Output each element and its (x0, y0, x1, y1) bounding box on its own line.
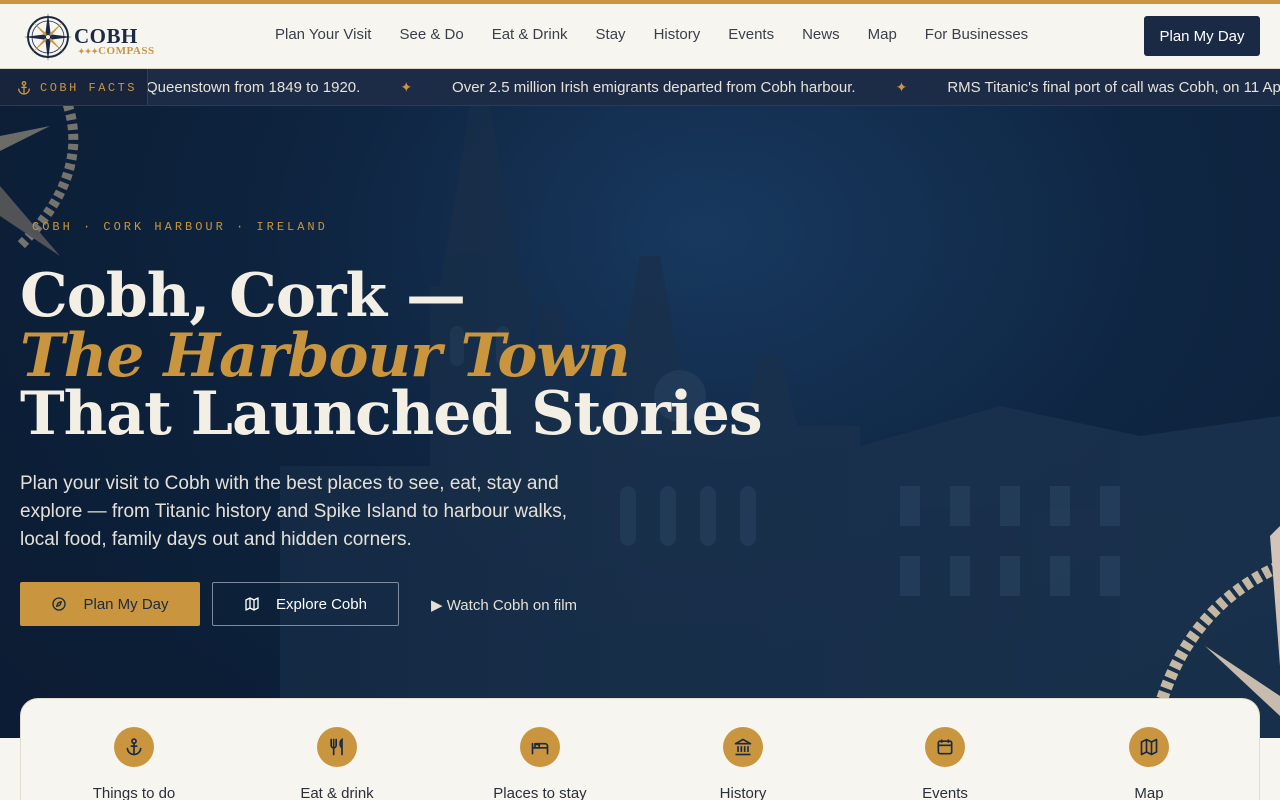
nav-for-businesses[interactable]: For Businesses (925, 26, 1028, 43)
hero-section: COBH · CORK HARBOUR · IRELAND Cobh, Cork… (0, 106, 1280, 738)
star-icon: ✦ (400, 79, 413, 95)
quick-link-label: Places to stay (493, 785, 587, 800)
ticker-label: COBH FACTS (0, 69, 148, 105)
main-nav: Plan Your Visit See & Do Eat & Drink Sta… (275, 26, 1028, 43)
quick-link-map[interactable]: Map (1069, 727, 1229, 800)
quick-links-panel: Things to do Eat & drink Places to stay (20, 698, 1260, 800)
compass-logo-icon (24, 13, 72, 61)
explore-cobh-label: Explore Cobh (276, 595, 367, 613)
quick-link-label: Eat & drink (300, 785, 374, 800)
map-icon (245, 597, 259, 611)
hero-title-line-1: Cobh, Cork — (20, 261, 466, 331)
plan-my-day-button[interactable]: Plan My Day (20, 582, 200, 626)
calendar-icon (925, 727, 965, 767)
landmark-icon (723, 727, 763, 767)
ticker-fact: Queenstown from 1849 to 1920. (146, 79, 361, 96)
star-icon: ✦ (895, 79, 908, 95)
bed-icon (520, 727, 560, 767)
logo-subtitle-text: COMPASS (98, 45, 155, 57)
hero-title-line-3: That Launched Stories (20, 379, 763, 449)
ticker-track: Queenstown from 1849 to 1920. ✦ Over 2.5… (146, 69, 1280, 105)
ticker-fact: Over 2.5 million Irish emigrants departe… (452, 79, 856, 96)
quick-link-history[interactable]: History (663, 727, 823, 800)
nav-news[interactable]: News (802, 26, 840, 43)
facts-ticker: COBH FACTS Queenstown from 1849 to 1920.… (0, 69, 1280, 106)
hero-title-line-2: The Harbour Town (20, 321, 631, 391)
map-icon (1129, 727, 1169, 767)
nav-map[interactable]: Map (868, 26, 897, 43)
anchor-icon (18, 80, 30, 95)
quick-link-label: History (719, 785, 767, 800)
utensils-icon (317, 727, 357, 767)
plan-my-day-header-button[interactable]: Plan My Day (1144, 16, 1260, 56)
nav-plan-your-visit[interactable]: Plan Your Visit (275, 26, 371, 43)
quick-link-label: Map (1134, 785, 1164, 800)
watch-film-link[interactable]: ▶ Watch Cobh on film (431, 596, 577, 614)
ticker-label-text: COBH FACTS (40, 80, 138, 95)
nav-eat-and-drink[interactable]: Eat & Drink (492, 26, 568, 43)
hero-description: Plan your visit to Cobh with the best pl… (20, 473, 568, 550)
compass-icon (52, 597, 67, 611)
plan-my-day-label: Plan My Day (83, 595, 169, 613)
quick-link-label: Events (922, 785, 968, 800)
logo-subtitle-stars: ✦✦✦ (78, 47, 99, 56)
nav-history[interactable]: History (654, 26, 701, 43)
quick-link-label: Things to do (92, 785, 176, 800)
logo-subtitle: ✦✦✦COMPASS (78, 45, 155, 57)
explore-cobh-button[interactable]: Explore Cobh (212, 582, 399, 626)
nav-see-and-do[interactable]: See & Do (399, 26, 463, 43)
quick-link-eat-drink[interactable]: Eat & drink (257, 727, 417, 800)
nav-events[interactable]: Events (728, 26, 774, 43)
nav-stay[interactable]: Stay (596, 26, 626, 43)
quick-link-things-to-do[interactable]: Things to do (54, 727, 214, 800)
site-logo[interactable]: COBH ✦✦✦COMPASS (22, 10, 162, 64)
anchor-icon (114, 727, 154, 767)
hero-eyebrow: COBH · CORK HARBOUR · IRELAND (32, 220, 328, 234)
quick-link-events[interactable]: Events (865, 727, 1025, 800)
site-header: COBH ✦✦✦COMPASS Plan Your Visit See & Do… (0, 4, 1280, 69)
ticker-fact: RMS Titanic's final port of call was Cob… (947, 79, 1280, 96)
quick-link-places-to-stay[interactable]: Places to stay (460, 727, 620, 800)
